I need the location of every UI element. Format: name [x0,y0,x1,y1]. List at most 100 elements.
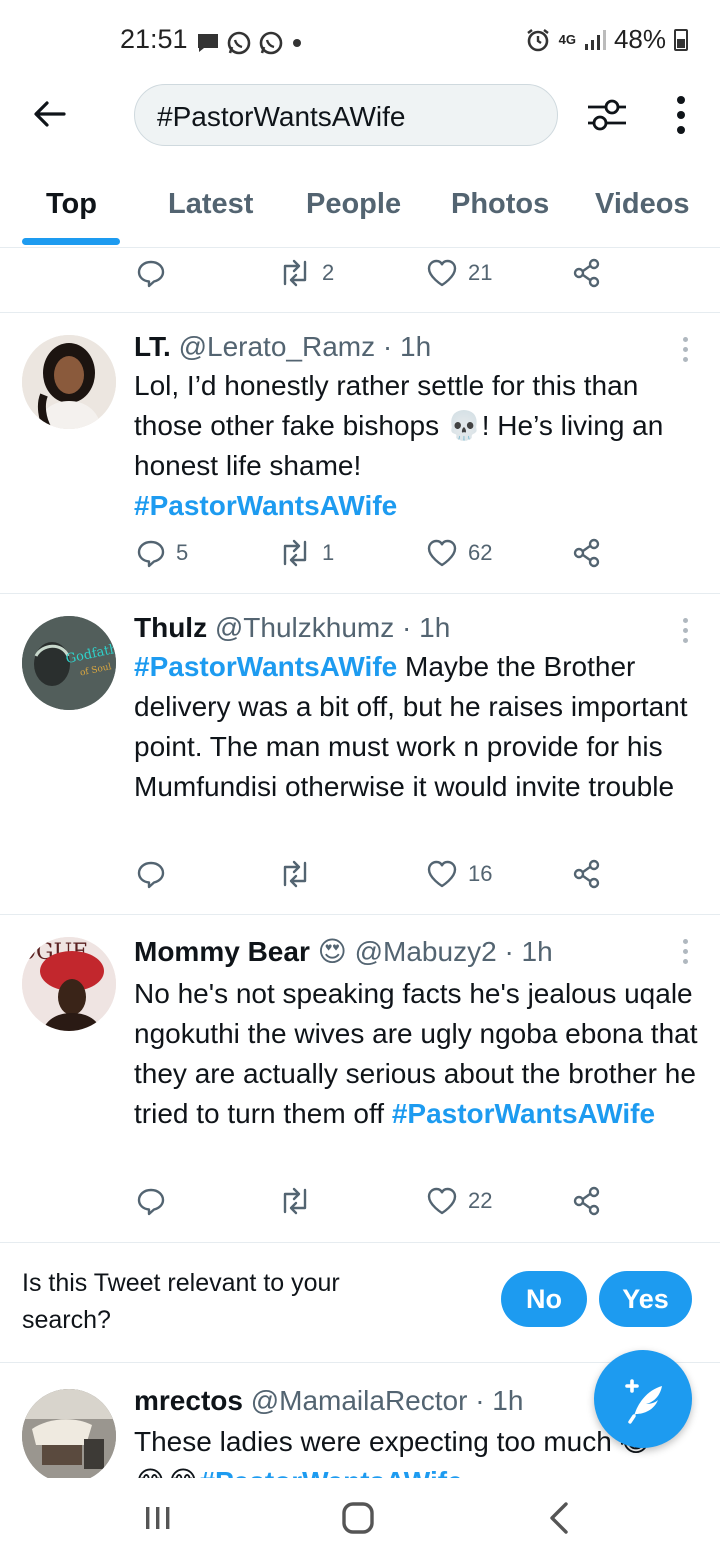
tab-people[interactable]: People [306,188,401,221]
avatar-image: OGUE [22,937,116,1031]
tweet-actions: 22 [136,1186,606,1226]
retweet-icon [283,259,307,287]
user-handle[interactable]: @Mabuzy2 [355,936,497,967]
reply-button[interactable]: 5 [136,538,188,568]
reply-button[interactable] [136,1186,176,1216]
relevance-prompt: Is this Tweet relevant to your search? N… [0,1242,720,1362]
retweet-button[interactable] [278,859,322,889]
like-button[interactable]: 22 [426,1186,492,1216]
avatar[interactable] [22,335,116,429]
share-button[interactable] [572,538,602,568]
tab-latest[interactable]: Latest [168,188,253,221]
avatar-image [22,1389,116,1478]
search-filter-button[interactable] [584,92,630,138]
retweet-icon [283,1187,307,1215]
like-count: 21 [468,260,493,285]
compose-feather-icon [625,1379,662,1424]
compose-tweet-button[interactable] [594,1350,692,1448]
arrow-left-icon [34,101,66,127]
battery-percent: 48% [613,24,666,54]
search-header: #PastorWantsAWife [0,82,720,148]
tweet-time: · 1h [504,936,553,967]
tweet-time: · 1h [475,1385,524,1416]
share-button[interactable] [572,859,602,889]
tweet-text-part: These ladies were expecting too much [134,1426,620,1457]
tweet-menu-button[interactable] [680,618,690,644]
retweet-button[interactable]: 2 [278,258,334,288]
tab-photos[interactable]: Photos [451,188,549,221]
user-handle[interactable]: @MamailaRector [251,1385,468,1416]
display-name[interactable]: LT. [134,331,171,362]
share-button[interactable] [572,258,602,288]
search-query: #PastorWantsAWife [157,101,406,132]
user-handle[interactable]: @Thulzkhumz [215,612,394,643]
skull-emoji: 💀 [446,410,482,441]
system-back-button[interactable] [540,1498,580,1538]
tweet[interactable]: OGUE Mommy Bear 😍 @Mabuzy2 · 1h No he's … [0,915,720,1241]
dot-icon [293,39,301,47]
avatar[interactable] [22,1389,116,1478]
tab-videos[interactable]: Videos [595,188,690,221]
reply-button[interactable] [136,258,166,288]
relevance-question: Is this Tweet relevant to your search? [22,1269,340,1334]
tweet[interactable]: LT. @Lerato_Ramz · 1h Lol, I’d honestly … [0,313,720,593]
reply-icon [137,260,165,288]
hashtag-link[interactable]: #PastorWantsAWife [134,651,397,682]
laughing-emoji: 😂😂 [134,1466,199,1478]
avatar[interactable]: OGUE [22,937,116,1031]
reply-icon [137,861,165,889]
signal-icon [584,29,606,50]
share-button[interactable] [572,1186,602,1216]
retweet-button[interactable]: 1 [278,538,334,568]
network-type: 4G [558,32,576,47]
search-tabs: Top Latest People Photos Videos [0,160,720,248]
avatar-image [22,335,116,429]
tweet-header: Mommy Bear 😍 @Mabuzy2 · 1h [134,935,553,968]
heart-icon [427,259,457,287]
heart-icon [427,860,457,888]
display-name[interactable]: mrectos [134,1385,243,1416]
recent-apps-button[interactable] [140,1500,176,1536]
retweet-button[interactable] [278,1186,322,1216]
reply-icon [137,540,165,568]
tweet[interactable]: Godfather of Soul Thulz @Thulzkhumz · 1h… [0,594,720,914]
hashtag-link[interactable]: #PastorWantsAWife [134,490,397,521]
back-button[interactable] [30,94,70,134]
system-nav-bar [0,1478,720,1560]
notification-icons [196,30,304,56]
reply-button[interactable] [136,859,176,889]
search-input[interactable]: #PastorWantsAWife [134,84,558,146]
tweet-menu-button[interactable] [680,939,690,965]
hashtag-link[interactable]: #PastorWantsAWife [199,1466,462,1478]
avatar[interactable]: Godfather of Soul [22,616,116,710]
name-emoji: 😍 [317,936,347,967]
display-name[interactable]: Thulz [134,612,207,643]
yes-button[interactable]: Yes [599,1271,692,1327]
tweet-actions: 2 21 [136,258,606,298]
like-button[interactable]: 21 [426,258,492,288]
display-name[interactable]: Mommy Bear [134,936,310,967]
avatar-image: Godfather of Soul [22,616,116,710]
share-icon [573,258,600,288]
home-button[interactable] [338,1498,378,1538]
overflow-menu-button[interactable] [664,92,698,138]
active-tab-indicator [22,238,120,245]
tweet-time: · 1h [382,331,432,362]
tweet-header: Thulz @Thulzkhumz · 1h [134,612,450,644]
hashtag-link[interactable]: #PastorWantsAWife [392,1098,655,1129]
reply-icon [137,1188,165,1216]
like-button[interactable]: 16 [426,859,492,889]
like-count: 16 [468,861,493,886]
battery-icon [674,28,688,51]
tweet-text: #PastorWantsAWife Maybe the Brother deli… [134,647,700,807]
alarm-icon [526,28,549,51]
like-button[interactable]: 62 [426,538,492,568]
share-icon [573,1186,600,1216]
tweet-menu-button[interactable] [680,337,690,363]
chevron-left-icon [550,1502,568,1534]
recent-apps-icon [146,1507,170,1529]
tab-top[interactable]: Top [46,188,97,221]
user-handle[interactable]: @Lerato_Ramz [179,331,376,362]
no-button[interactable]: No [501,1271,587,1327]
tweet-text: Lol, I’d honestly rather settle for this… [134,366,700,526]
